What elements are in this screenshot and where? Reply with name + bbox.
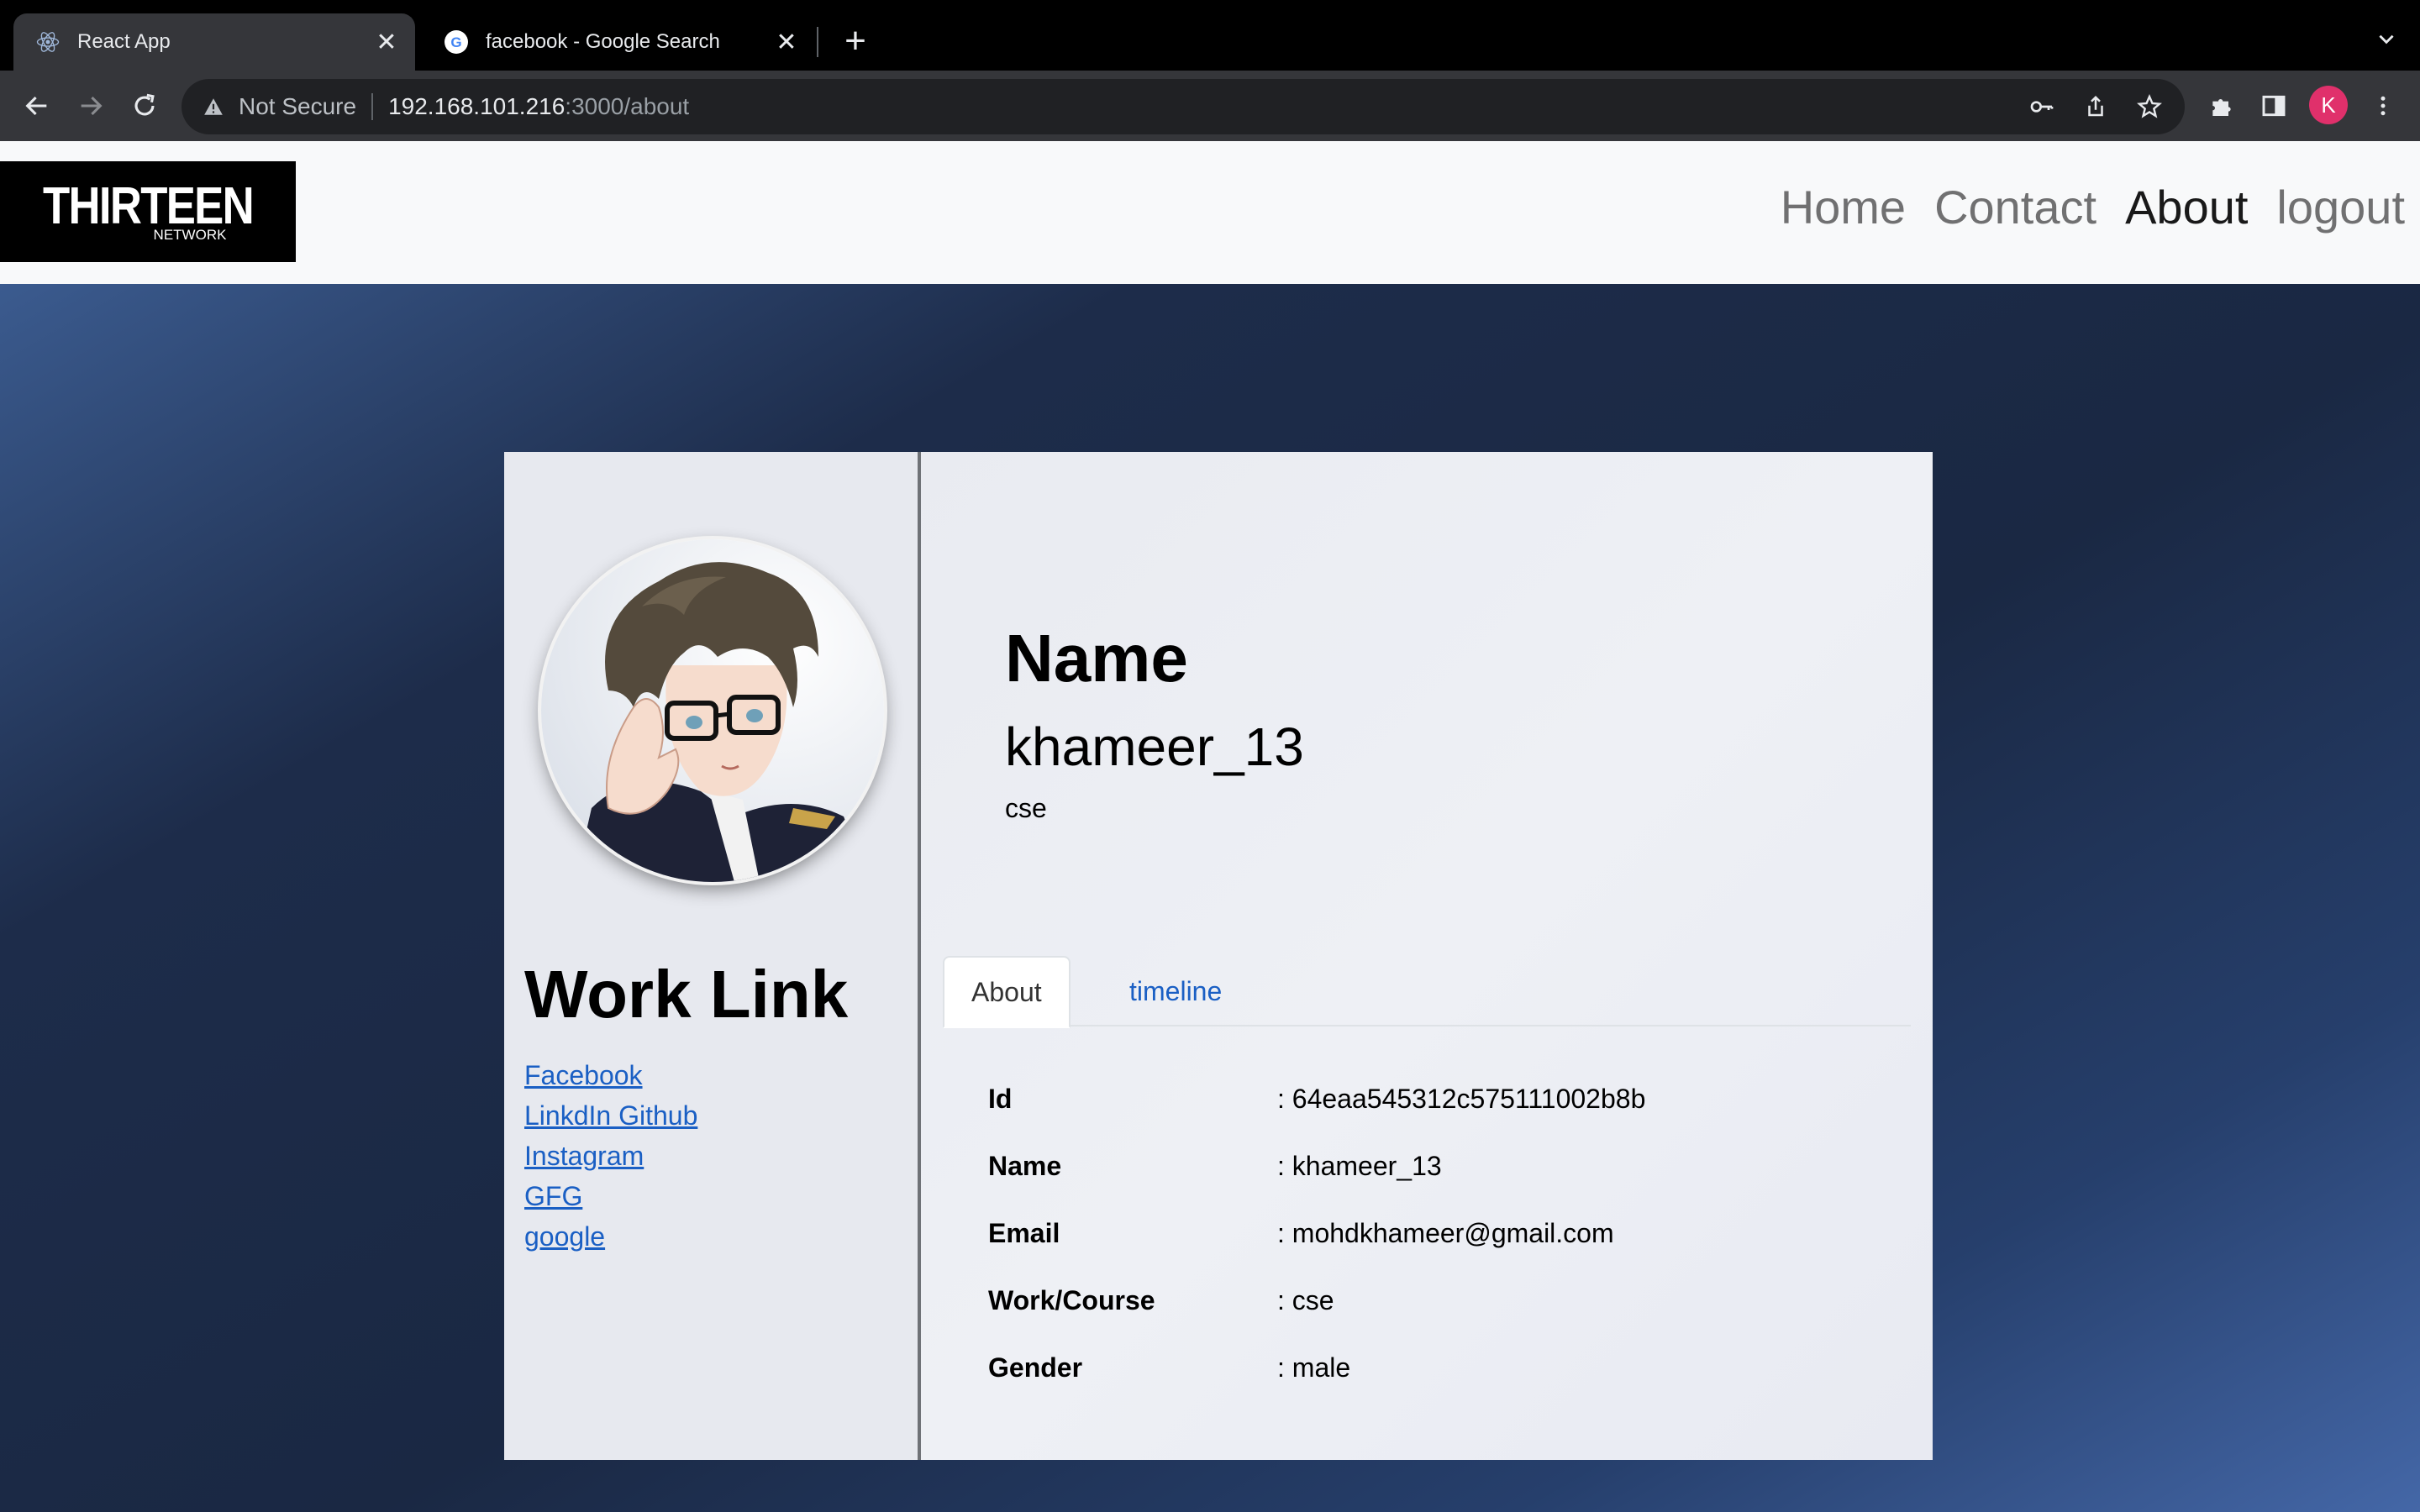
detail-row-name: Name : khameer_13 bbox=[988, 1151, 1442, 1182]
detail-value: : khameer_13 bbox=[1277, 1151, 1442, 1181]
extensions-icon[interactable] bbox=[2203, 87, 2240, 124]
tab-about[interactable]: About bbox=[943, 956, 1071, 1028]
detail-row-work: Work/Course : cse bbox=[988, 1285, 1334, 1316]
nav-links: Home Contact About logout bbox=[1781, 180, 2405, 234]
profile-sidebar: Work Link Facebook LinkdIn Github Instag… bbox=[504, 452, 921, 1460]
url-host: 192.168.101.216 bbox=[388, 93, 566, 119]
detail-key: Id bbox=[988, 1084, 1013, 1114]
side-panel-icon[interactable] bbox=[2255, 87, 2292, 124]
nav-about[interactable]: About bbox=[2125, 180, 2248, 234]
detail-row-id: Id : 64eaa545312c575111002b8b bbox=[988, 1084, 1645, 1115]
browser-tab-bar: React App ✕ G facebook - Google Search ✕… bbox=[0, 0, 2420, 71]
detail-key: Work/Course bbox=[988, 1285, 1155, 1315]
security-label: Not Secure bbox=[239, 93, 357, 119]
work-course: cse bbox=[1005, 793, 1047, 823]
worklink-linkedin-github[interactable]: LinkdIn Github bbox=[524, 1095, 697, 1136]
profile-main: Name khameer_13 cse About timeline Id : … bbox=[921, 452, 1933, 1460]
detail-row-email: Email : mohdkhameer@gmail.com bbox=[988, 1218, 1614, 1249]
worklink-instagram[interactable]: Instagram bbox=[524, 1136, 697, 1176]
google-icon: G bbox=[444, 29, 469, 55]
detail-row-gender: Gender : male bbox=[988, 1352, 1350, 1383]
back-icon[interactable] bbox=[18, 87, 55, 124]
menu-dots-icon[interactable] bbox=[2365, 87, 2402, 124]
share-icon[interactable] bbox=[2077, 88, 2114, 125]
detail-value: : 64eaa545312c575111002b8b bbox=[1277, 1084, 1646, 1114]
profile-avatar-image bbox=[541, 539, 884, 882]
profile-avatar[interactable]: K bbox=[2309, 86, 2348, 124]
nav-contact[interactable]: Contact bbox=[1934, 180, 2096, 234]
tab-separator bbox=[817, 27, 818, 57]
detail-value: : mohdkhameer@gmail.com bbox=[1277, 1218, 1614, 1248]
detail-key: Email bbox=[988, 1218, 1060, 1248]
name-heading: Name bbox=[1005, 621, 1188, 696]
warning-icon[interactable] bbox=[198, 92, 229, 122]
detail-value: : cse bbox=[1277, 1285, 1334, 1315]
nav-logout[interactable]: logout bbox=[2276, 180, 2405, 234]
username: khameer_13 bbox=[1005, 717, 1304, 777]
profile-tabs: About timeline bbox=[943, 956, 1911, 1028]
tab-title: React App bbox=[77, 30, 171, 53]
site-navbar: THIRTEEN NETWORK Home Contact About logo… bbox=[0, 141, 2420, 284]
key-icon[interactable] bbox=[2023, 88, 2060, 125]
worklink-gfg[interactable]: GFG bbox=[524, 1176, 697, 1216]
tab-google-search[interactable]: G facebook - Google Search ✕ bbox=[422, 13, 815, 71]
react-icon bbox=[35, 29, 60, 55]
close-icon[interactable]: ✕ bbox=[771, 27, 802, 57]
detail-key: Name bbox=[988, 1151, 1062, 1181]
worklink-facebook[interactable]: Facebook bbox=[524, 1055, 697, 1095]
web-page: THIRTEEN NETWORK Home Contact About logo… bbox=[0, 141, 2420, 1512]
close-icon[interactable]: ✕ bbox=[371, 27, 402, 57]
detail-key: Gender bbox=[988, 1352, 1083, 1383]
tab-timeline[interactable]: timeline bbox=[1102, 956, 1249, 1026]
worklink-list: Facebook LinkdIn Github Instagram GFG go… bbox=[524, 1055, 697, 1257]
logo-main-text: THIRTEEN bbox=[43, 177, 255, 235]
address-divider bbox=[371, 93, 374, 120]
svg-text:G: G bbox=[450, 34, 461, 50]
browser-toolbar: Not Secure 192.168.101.216 :3000/about bbox=[0, 71, 2420, 141]
profile-card: Work Link Facebook LinkdIn Github Instag… bbox=[504, 452, 1933, 1460]
bookmark-star-icon[interactable] bbox=[2131, 88, 2168, 125]
site-logo[interactable]: THIRTEEN NETWORK bbox=[0, 161, 296, 262]
detail-value: : male bbox=[1277, 1352, 1351, 1383]
reload-icon[interactable] bbox=[126, 87, 163, 124]
address-actions bbox=[2023, 88, 2168, 125]
url-path: :3000/about bbox=[565, 93, 690, 119]
forward-icon[interactable] bbox=[72, 87, 109, 124]
worklink-title: Work Link bbox=[524, 957, 849, 1032]
worklink-google[interactable]: google bbox=[524, 1216, 697, 1257]
chevron-down-icon[interactable] bbox=[2370, 25, 2403, 59]
tab-react-app[interactable]: React App ✕ bbox=[13, 13, 415, 71]
tab-title: facebook - Google Search bbox=[486, 30, 720, 53]
nav-home[interactable]: Home bbox=[1781, 180, 1906, 234]
address-bar[interactable]: Not Secure 192.168.101.216 :3000/about bbox=[182, 79, 2185, 134]
new-tab-icon[interactable]: + bbox=[839, 23, 872, 60]
